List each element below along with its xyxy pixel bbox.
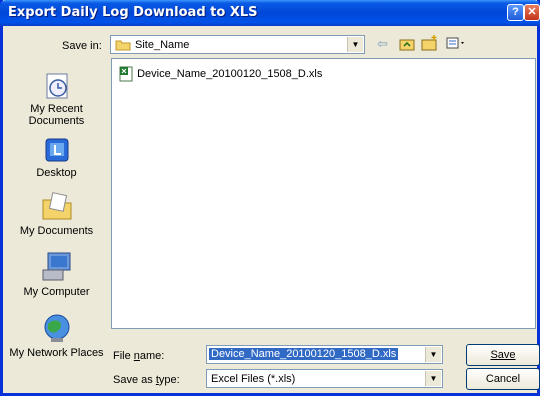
save-in-value: Site_Name — [135, 39, 190, 51]
recent-documents-icon — [46, 73, 67, 99]
place-label: My Recent Documents — [28, 103, 85, 127]
places-bar: My Recent Documents Desktop My Documents — [9, 58, 104, 378]
place-my-documents[interactable]: My Documents — [9, 190, 104, 237]
save-as-type-dropdown[interactable]: Excel Files (*.xls) ▼ — [206, 369, 443, 388]
help-button[interactable]: ? — [507, 4, 524, 21]
save-dialog-window: Export Daily Log Download to XLS ? ✕ Sav… — [0, 0, 540, 396]
file-name: Device_Name_20100120_1508_D.xls — [137, 68, 323, 80]
close-button[interactable]: ✕ — [524, 4, 540, 21]
place-my-network-places[interactable]: My Network Places — [9, 312, 104, 359]
save-button-label: Save — [490, 349, 516, 361]
cancel-button-label: Cancel — [485, 373, 521, 385]
network-places-icon — [44, 314, 69, 342]
save-in-dropdown[interactable]: Site_Name ▼ — [110, 35, 365, 54]
place-desktop[interactable]: Desktop — [9, 136, 104, 179]
place-my-computer[interactable]: My Computer — [9, 251, 104, 298]
my-computer-icon — [42, 252, 70, 281]
cancel-button[interactable]: Cancel — [466, 368, 540, 390]
excel-file-icon — [119, 66, 133, 82]
file-list[interactable]: Device_Name_20100120_1508_D.xls — [111, 58, 536, 329]
place-my-recent-documents[interactable]: My Recent Documents — [9, 70, 104, 127]
save-in-label: Save in: — [62, 40, 102, 52]
save-as-type-label: Save as type: — [113, 374, 180, 386]
file-name-value: Device_Name_20100120_1508_D.xls — [209, 348, 399, 360]
folder-icon — [115, 40, 131, 51]
view-menu-icon[interactable] — [446, 37, 468, 50]
save-as-type-value: Excel Files (*.xls) — [211, 373, 296, 385]
file-name-label: File name: — [113, 350, 165, 362]
save-button[interactable]: Save — [466, 344, 540, 366]
up-folder-icon[interactable] — [399, 37, 415, 51]
file-name-input[interactable]: Device_Name_20100120_1508_D.xls ▼ — [206, 345, 443, 364]
chevron-down-icon[interactable]: ▼ — [347, 37, 363, 52]
title-bar[interactable]: Export Daily Log Download to XLS ? ✕ — [0, 0, 540, 26]
back-icon[interactable]: ⇦ — [377, 36, 388, 52]
new-folder-icon[interactable] — [421, 34, 439, 51]
place-label: My Network Places — [9, 347, 104, 359]
chevron-down-icon[interactable]: ▼ — [425, 371, 441, 386]
place-label: My Computer — [23, 286, 90, 298]
my-documents-icon — [42, 192, 71, 220]
desktop-icon — [45, 138, 68, 162]
place-label: My Documents — [19, 225, 94, 237]
chevron-down-icon[interactable]: ▼ — [425, 347, 441, 362]
list-item[interactable]: Device_Name_20100120_1508_D.xls — [118, 66, 322, 82]
window-title: Export Daily Log Download to XLS — [8, 5, 258, 20]
place-label: Desktop — [36, 167, 77, 179]
